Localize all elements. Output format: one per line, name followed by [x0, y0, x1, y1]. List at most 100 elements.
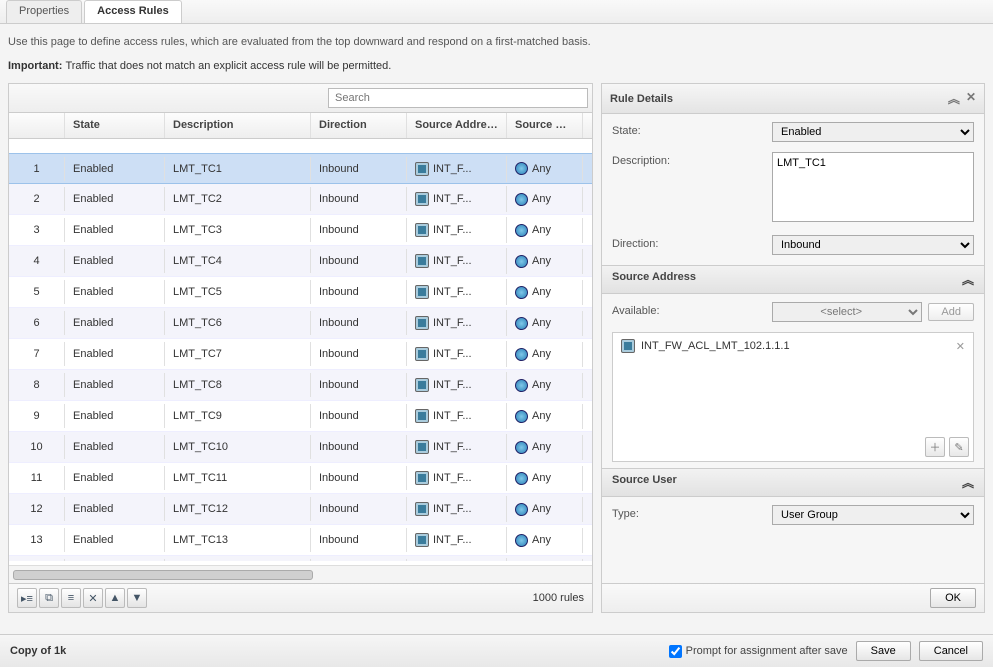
row-source-user: Any — [507, 218, 583, 243]
table-row[interactable]: 14EnabledLMT_TC14InboundINT_F...Any — [9, 556, 592, 561]
row-source-address: INT_F... — [407, 496, 507, 522]
host-icon — [415, 533, 429, 547]
available-select[interactable]: <select> — [772, 302, 922, 322]
table-row[interactable]: 1EnabledLMT_TC1InboundINT_F...Any — [9, 153, 592, 184]
copy-button[interactable]: ⧉ — [39, 588, 59, 608]
cancel-button[interactable]: Cancel — [919, 641, 983, 661]
prompt-checkbox[interactable] — [669, 645, 682, 658]
row-source-address: INT_F... — [407, 248, 507, 274]
move-down-button[interactable]: ▼ — [127, 588, 147, 608]
tab-properties[interactable]: Properties — [6, 0, 82, 23]
row-description: LMT_TC2 — [165, 187, 311, 211]
delete-button[interactable]: ✕ — [83, 588, 103, 608]
tab-bar: Properties Access Rules — [0, 0, 993, 24]
col-source-address[interactable]: Source Address — [407, 113, 507, 138]
col-state[interactable]: State — [65, 113, 165, 138]
row-state: Enabled — [65, 404, 165, 428]
row-source-address: INT_F... — [407, 403, 507, 429]
table-row[interactable]: 6EnabledLMT_TC6InboundINT_F...Any — [9, 308, 592, 339]
row-state: Enabled — [65, 157, 165, 181]
row-source-address: INT_F... — [407, 434, 507, 460]
row-description: LMT_TC13 — [165, 528, 311, 552]
host-icon — [415, 502, 429, 516]
row-direction: Inbound — [311, 404, 407, 428]
collapse-icon[interactable]: ︽ — [948, 90, 960, 107]
collapse-user-icon[interactable]: ︽ — [962, 474, 974, 491]
table-row[interactable]: 7EnabledLMT_TC7InboundINT_F...Any — [9, 339, 592, 370]
table-row[interactable]: 11EnabledLMT_TC11InboundINT_F...Any — [9, 463, 592, 494]
row-number: 4 — [9, 249, 65, 273]
table-row[interactable]: 12EnabledLMT_TC12InboundINT_F...Any — [9, 494, 592, 525]
row-state: Enabled — [65, 280, 165, 304]
paste-button[interactable]: ≡ — [61, 588, 81, 608]
rule-details-pane: Rule Details ︽ ✕ State: Enabled Descript… — [601, 83, 985, 613]
table-row[interactable]: 3EnabledLMT_TC3InboundINT_F...Any — [9, 215, 592, 246]
row-source-address: INT_F... — [407, 279, 507, 305]
footer-title: Copy of 1k — [10, 645, 66, 657]
row-direction: Inbound — [311, 187, 407, 211]
grid-toolbar: ▸≡ ⧉ ≡ ✕ ▲ ▼ 1000 rules — [9, 583, 592, 612]
globe-icon — [515, 255, 528, 268]
tab-access-rules[interactable]: Access Rules — [84, 0, 182, 23]
edit-icon[interactable]: ✎ — [949, 437, 969, 457]
globe-icon — [515, 472, 528, 485]
add-new-icon[interactable]: ＋ — [925, 437, 945, 457]
host-icon — [415, 378, 429, 392]
row-number: 14 — [9, 559, 65, 561]
add-button[interactable]: Add — [928, 303, 974, 321]
close-icon[interactable]: ✕ — [966, 90, 976, 107]
direction-label: Direction: — [612, 235, 772, 250]
remove-item-icon[interactable]: ✕ — [956, 340, 965, 353]
row-description: LMT_TC4 — [165, 249, 311, 273]
state-select[interactable]: Enabled — [772, 122, 974, 142]
row-source-user: Any — [507, 342, 583, 367]
direction-select[interactable]: Inbound — [772, 235, 974, 255]
table-row[interactable]: 2EnabledLMT_TC2InboundINT_F...Any — [9, 184, 592, 215]
insert-button[interactable]: ▸≡ — [17, 588, 37, 608]
host-icon — [415, 192, 429, 206]
description-textarea[interactable] — [772, 152, 974, 222]
row-source-user: Any — [507, 497, 583, 522]
host-icon — [415, 162, 429, 176]
row-number: 3 — [9, 218, 65, 242]
important-text: Traffic that does not match an explicit … — [65, 60, 391, 72]
col-source-user[interactable]: Source User — [507, 113, 583, 138]
row-number: 12 — [9, 497, 65, 521]
host-icon — [415, 440, 429, 454]
search-input[interactable] — [328, 88, 588, 108]
row-state: Enabled — [65, 187, 165, 211]
globe-icon — [515, 224, 528, 237]
table-row[interactable]: 5EnabledLMT_TC5InboundINT_F...Any — [9, 277, 592, 308]
row-source-address: INT_F... — [407, 310, 507, 336]
globe-icon — [515, 534, 528, 547]
col-direction[interactable]: Direction — [311, 113, 407, 138]
list-item[interactable]: INT_FW_ACL_LMT_102.1.1.1 ✕ — [615, 335, 971, 357]
row-source-user: Any — [507, 559, 583, 562]
globe-icon — [515, 379, 528, 392]
host-icon — [415, 285, 429, 299]
scrollbar-thumb[interactable] — [13, 570, 313, 580]
collapse-source-icon[interactable]: ︽ — [962, 271, 974, 288]
col-description[interactable]: Description — [165, 113, 311, 138]
table-row[interactable]: 13EnabledLMT_TC13InboundINT_F...Any — [9, 525, 592, 556]
horizontal-scrollbar[interactable] — [9, 565, 592, 583]
table-row[interactable]: 9EnabledLMT_TC9InboundINT_F...Any — [9, 401, 592, 432]
row-state: Enabled — [65, 435, 165, 459]
rules-grid-pane: State Description Direction Source Addre… — [8, 83, 593, 613]
table-row[interactable]: 10EnabledLMT_TC10InboundINT_F...Any — [9, 432, 592, 463]
ok-button[interactable]: OK — [930, 588, 976, 608]
row-number: 8 — [9, 373, 65, 397]
type-select[interactable]: User Group — [772, 505, 974, 525]
row-direction: Inbound — [311, 497, 407, 521]
row-direction: Inbound — [311, 249, 407, 273]
row-source-address: INT_F... — [407, 217, 507, 243]
table-row[interactable]: 4EnabledLMT_TC4InboundINT_F...Any — [9, 246, 592, 277]
save-button[interactable]: Save — [856, 641, 911, 661]
move-up-button[interactable]: ▲ — [105, 588, 125, 608]
row-source-address: INT_F... — [407, 186, 507, 212]
grid-body[interactable]: 1EnabledLMT_TC1InboundINT_F...Any2Enable… — [9, 153, 592, 561]
col-num[interactable] — [9, 113, 65, 138]
table-row[interactable]: 8EnabledLMT_TC8InboundINT_F...Any — [9, 370, 592, 401]
row-direction: Inbound — [311, 435, 407, 459]
prompt-checkbox-label[interactable]: Prompt for assignment after save — [669, 645, 848, 658]
